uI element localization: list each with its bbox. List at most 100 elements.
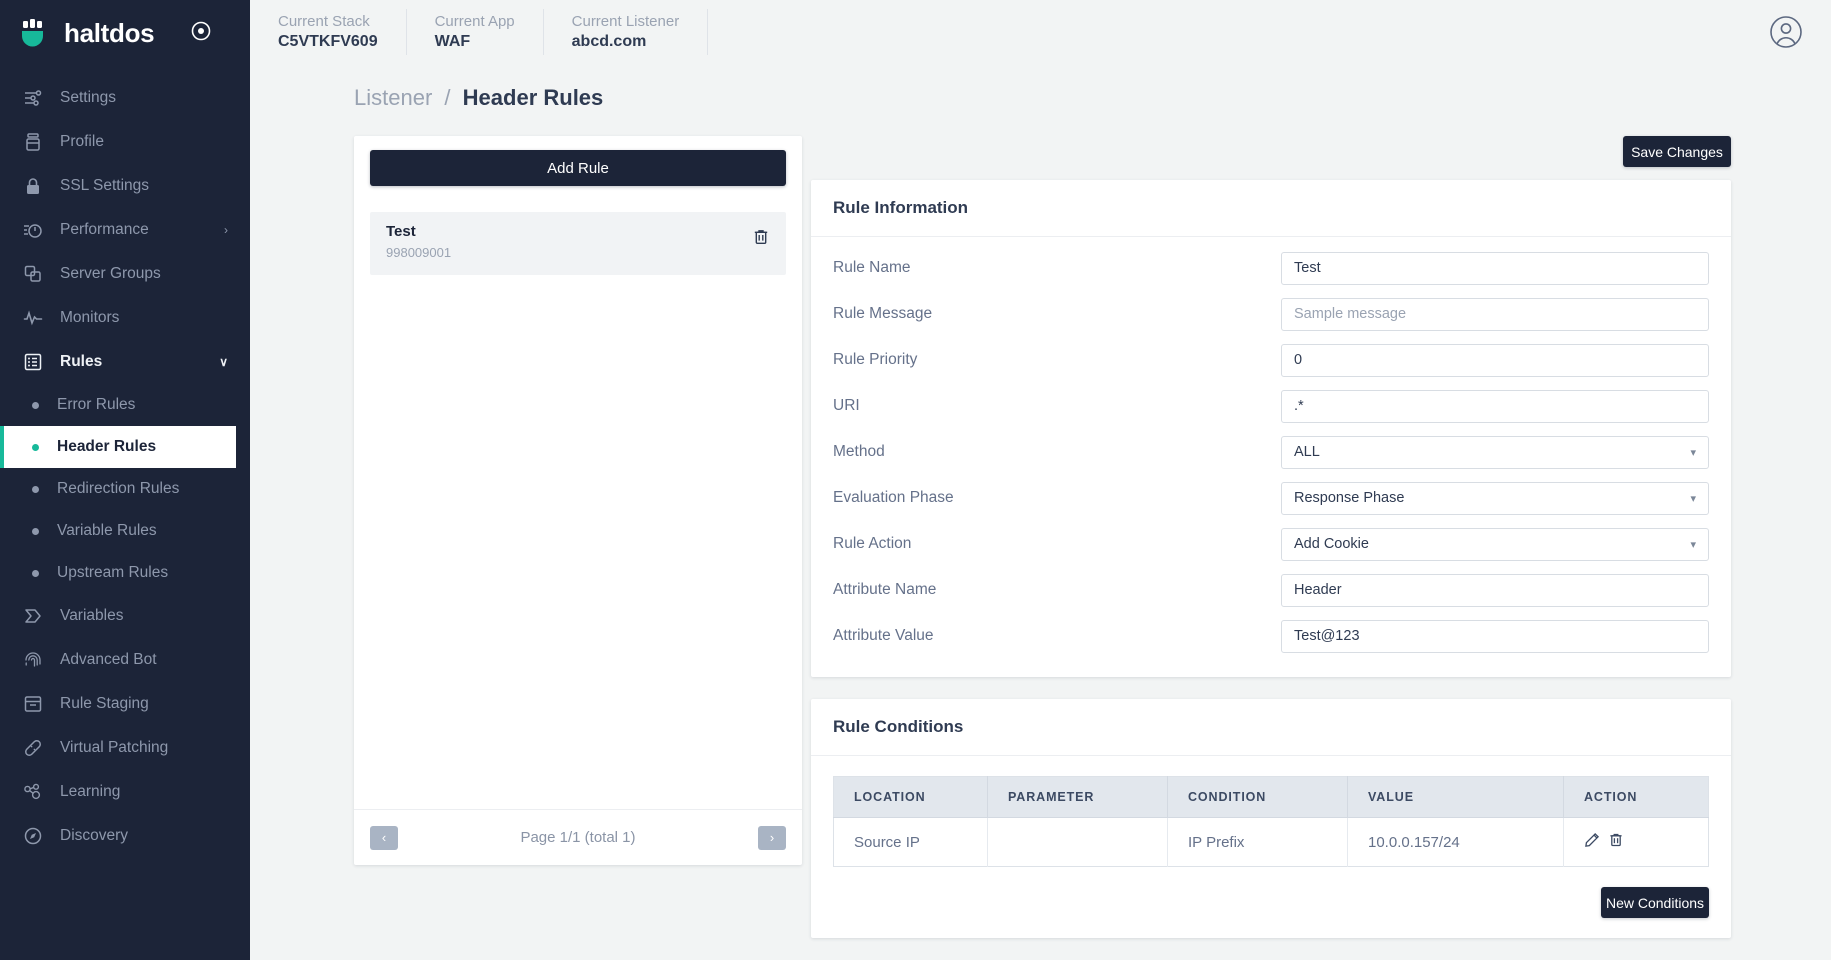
rule-message-input[interactable]: Sample message xyxy=(1281,297,1709,331)
sidebar-item-learning[interactable]: Learning xyxy=(0,770,250,814)
rule-name-input[interactable]: Test xyxy=(1281,251,1709,285)
sidebar-item-performance[interactable]: Performance › xyxy=(0,208,250,252)
attribute-value-input[interactable]: Test@123 xyxy=(1281,619,1709,653)
sidebar-item-settings[interactable]: Settings xyxy=(0,76,250,120)
user-avatar-icon[interactable] xyxy=(1769,15,1803,49)
breadcrumb-separator: / xyxy=(444,85,451,110)
trash-icon[interactable] xyxy=(1608,832,1624,852)
context-value: WAF xyxy=(434,32,471,50)
pagination: ‹ Page 1/1 (total 1) › xyxy=(354,809,802,865)
sidebar-item-discovery[interactable]: Discovery xyxy=(0,814,250,858)
add-rule-button[interactable]: Add Rule xyxy=(370,150,786,186)
sidebar-item-label: Learning xyxy=(60,783,121,800)
cell-condition: IP Prefix xyxy=(1167,817,1348,867)
context-current-stack: Current Stack C5VTKFV609 xyxy=(250,13,406,51)
breadcrumb-current: Header Rules xyxy=(462,85,604,110)
sidebar-item-rule-staging[interactable]: Rule Staging xyxy=(0,682,250,726)
field-attribute-value: Attribute Value Test@123 xyxy=(811,613,1731,659)
new-conditions-button[interactable]: New Conditions xyxy=(1601,887,1709,918)
sidebar: haltdos Settings Profile SSL Settings Pe… xyxy=(0,0,250,960)
sidebar-item-advanced-bot[interactable]: Advanced Bot xyxy=(0,638,250,682)
conditions-footer: New Conditions xyxy=(811,867,1731,938)
trash-icon[interactable] xyxy=(752,228,770,251)
context-current-app: Current App WAF xyxy=(407,13,543,51)
pencil-icon[interactable] xyxy=(1584,832,1600,852)
column-header-value: VALUE xyxy=(1347,776,1564,818)
sidebar-item-label: SSL Settings xyxy=(60,177,150,194)
attribute-name-input[interactable]: Header xyxy=(1281,573,1709,607)
sidebar-item-label: Rules xyxy=(60,353,103,370)
rule-conditions-card: Rule Conditions LOCATION PARAMETER CONDI… xyxy=(811,699,1731,938)
field-label: Attribute Name xyxy=(833,581,937,598)
rule-information-form: Rule Name Test Rule Message Sample messa… xyxy=(811,237,1731,677)
rule-priority-input[interactable]: 0 xyxy=(1281,343,1709,377)
sidebar-subitem-label: Variable Rules xyxy=(57,522,157,539)
rule-list-body: Test 998009001 xyxy=(354,199,802,809)
column-header-condition: CONDITION xyxy=(1167,776,1348,818)
field-label: URI xyxy=(833,397,860,414)
context-current-listener: Current Listener abcd.com xyxy=(544,13,708,51)
cell-location: Source IP xyxy=(833,817,988,867)
chevron-right-icon: › xyxy=(224,223,228,237)
bandage-icon xyxy=(22,737,44,759)
bullet-icon xyxy=(32,569,39,577)
main-content: Listener / Header Rules Add Rule Test 99… xyxy=(250,63,1831,960)
chevron-down-icon: ▾ xyxy=(1690,492,1696,505)
pagination-next-button[interactable]: › xyxy=(757,825,786,850)
bullet-icon xyxy=(32,527,39,535)
rule-conditions-title: Rule Conditions xyxy=(811,699,1731,756)
sidebar-item-variables[interactable]: Variables xyxy=(0,594,250,638)
sidebar-subitem-variable-rules[interactable]: Variable Rules xyxy=(0,510,250,552)
sidebar-subitem-upstream-rules[interactable]: Upstream Rules xyxy=(0,552,250,594)
sidebar-item-ssl-settings[interactable]: SSL Settings xyxy=(0,164,250,208)
field-label: Attribute Value xyxy=(833,627,934,644)
field-rule-priority: Rule Priority 0 xyxy=(811,337,1731,383)
sidebar-item-label: Discovery xyxy=(60,827,129,844)
context-label: Current Listener xyxy=(571,12,680,30)
bullet-icon xyxy=(32,401,39,409)
field-uri: URI .* xyxy=(811,383,1731,429)
copy-layers-icon xyxy=(22,263,44,285)
sidebar-item-label: Settings xyxy=(60,89,117,106)
field-label: Evaluation Phase xyxy=(833,489,954,506)
pagination-prev-button[interactable]: ‹ xyxy=(370,825,398,850)
divider xyxy=(707,8,709,55)
sidebar-item-virtual-patching[interactable]: Virtual Patching xyxy=(0,726,250,770)
column-header-action: ACTION xyxy=(1563,776,1709,818)
method-select[interactable]: ALL ▾ xyxy=(1281,435,1709,469)
rule-action-select[interactable]: Add Cookie ▾ xyxy=(1281,527,1709,561)
sidebar-item-monitors[interactable]: Monitors xyxy=(0,296,250,340)
rule-list-item[interactable]: Test 998009001 xyxy=(370,212,786,275)
sidebar-subitem-label: Upstream Rules xyxy=(57,564,169,581)
field-evaluation-phase: Evaluation Phase Response Phase ▾ xyxy=(811,475,1731,521)
context-label: Current App xyxy=(434,12,515,30)
column-header-location: LOCATION xyxy=(833,776,988,818)
sidebar-subitem-label: Error Rules xyxy=(57,396,136,413)
save-changes-button[interactable]: Save Changes xyxy=(1623,136,1731,167)
haltdos-logo-icon xyxy=(18,17,50,49)
breadcrumb-parent[interactable]: Listener xyxy=(354,85,432,110)
target-icon[interactable] xyxy=(190,20,212,47)
field-method: Method ALL ▾ xyxy=(811,429,1731,475)
column-header-parameter: PARAMETER xyxy=(987,776,1168,818)
table-header-row: LOCATION PARAMETER CONDITION VALUE ACTIO… xyxy=(833,776,1709,818)
topbar: Current Stack C5VTKFV609 Current App WAF… xyxy=(250,0,1831,63)
sidebar-item-rules[interactable]: Rules ∨ xyxy=(0,340,250,384)
uri-input[interactable]: .* xyxy=(1281,389,1709,423)
sidebar-item-server-groups[interactable]: Server Groups xyxy=(0,252,250,296)
rule-detail-column: Save Changes Rule Information Rule Name … xyxy=(811,136,1731,938)
discovery-icon xyxy=(22,825,44,847)
method-select-value: ALL xyxy=(1294,444,1320,460)
sidebar-subitem-header-rules[interactable]: Header Rules xyxy=(0,426,236,468)
sidebar-subitem-error-rules[interactable]: Error Rules xyxy=(0,384,250,426)
rule-item-name: Test xyxy=(386,223,416,240)
sidebar-item-label: Rule Staging xyxy=(60,695,149,712)
context-value: C5VTKFV609 xyxy=(278,32,378,50)
sidebar-item-profile[interactable]: Profile xyxy=(0,120,250,164)
cell-action xyxy=(1564,818,1709,867)
evaluation-phase-select[interactable]: Response Phase ▾ xyxy=(1281,481,1709,515)
lock-icon xyxy=(22,175,44,197)
sidebar-subitem-redirection-rules[interactable]: Redirection Rules xyxy=(0,468,250,510)
brand-name: haltdos xyxy=(64,17,155,48)
rule-action-select-value: Add Cookie xyxy=(1294,536,1369,552)
